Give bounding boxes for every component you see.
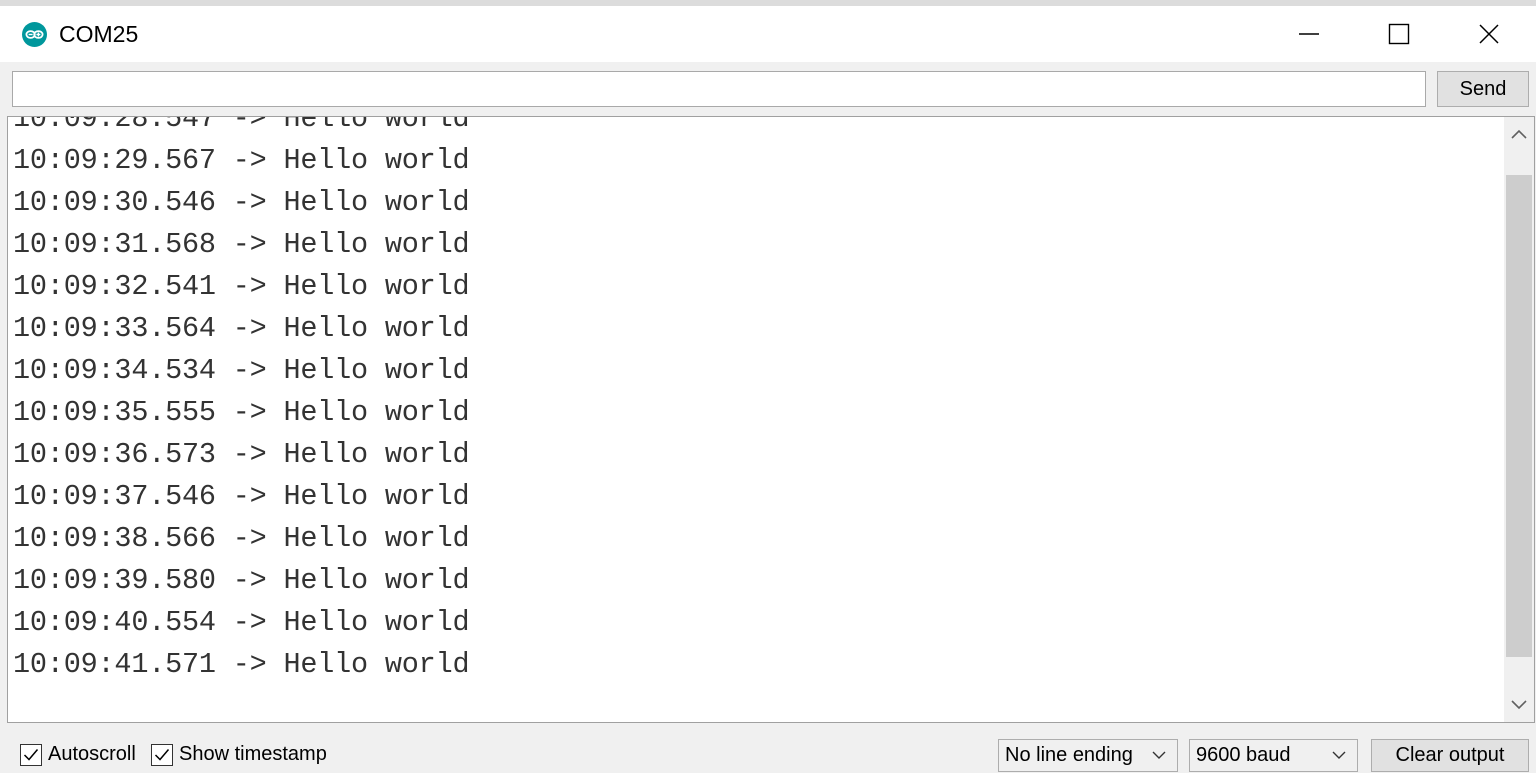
vertical-scrollbar[interactable]	[1504, 117, 1534, 722]
checkmark-icon	[23, 748, 39, 761]
serial-output-area[interactable]: 10:09:28.547 -> Hello world 10:09:29.567 …	[7, 116, 1535, 723]
send-button[interactable]: Send	[1437, 71, 1529, 107]
show-timestamp-label: Show timestamp	[179, 743, 327, 765]
scroll-down-button[interactable]	[1504, 688, 1534, 722]
serial-line: 10:09:35.555 -> Hello world	[13, 396, 470, 429]
arduino-logo-icon	[22, 22, 47, 47]
show-timestamp-check-box[interactable]	[151, 743, 173, 766]
close-button[interactable]	[1444, 6, 1534, 62]
minimize-icon	[1299, 33, 1319, 35]
chevron-down-icon	[1511, 700, 1527, 710]
show-timestamp-checkbox[interactable]: Show timestamp	[151, 743, 327, 766]
serial-line: 10:09:30.546 -> Hello world	[13, 186, 470, 219]
maximize-icon	[1388, 23, 1410, 45]
serial-line: 10:09:31.568 -> Hello world	[13, 228, 470, 261]
scrollbar-thumb[interactable]	[1506, 175, 1532, 657]
chevron-down-icon	[1332, 751, 1346, 759]
clear-output-button[interactable]: Clear output	[1371, 739, 1529, 772]
autoscroll-checkbox[interactable]: Autoscroll	[20, 743, 136, 766]
output-lines: 10:09:28.547 -> Hello world 10:09:29.567 …	[13, 116, 470, 686]
scroll-up-button[interactable]	[1504, 117, 1534, 151]
autoscroll-label: Autoscroll	[48, 743, 136, 765]
autoscroll-check-box[interactable]	[20, 743, 42, 766]
serial-line: 10:09:29.567 -> Hello world	[13, 144, 470, 177]
minimize-button[interactable]	[1264, 6, 1354, 62]
baud-rate-value: 9600 baud	[1196, 744, 1291, 766]
maximize-button[interactable]	[1354, 6, 1444, 62]
window-title: COM25	[59, 21, 139, 47]
serial-line: 10:09:41.571 -> Hello world	[13, 648, 470, 681]
status-bar: Autoscroll Show timestamp No line ending…	[0, 724, 1536, 773]
close-icon	[1479, 24, 1499, 44]
title-bar: COM25	[0, 6, 1536, 62]
serial-line: 10:09:32.541 -> Hello world	[13, 270, 470, 303]
serial-monitor-window: COM25 Send 10:09:28.547 -> Hello world 10…	[0, 6, 1536, 773]
line-ending-select[interactable]: No line ending	[998, 739, 1178, 772]
serial-line: 10:09:37.546 -> Hello world	[13, 480, 470, 513]
serial-line: 10:09:40.554 -> Hello world	[13, 606, 470, 639]
baud-rate-select[interactable]: 9600 baud	[1189, 739, 1358, 772]
checkmark-icon	[154, 748, 170, 761]
serial-line: 10:09:33.564 -> Hello world	[13, 312, 470, 345]
chevron-down-icon	[1152, 751, 1166, 759]
serial-send-input[interactable]	[12, 71, 1426, 107]
serial-line: 10:09:39.580 -> Hello world	[13, 564, 470, 597]
serial-line: 10:09:36.573 -> Hello world	[13, 438, 470, 471]
chevron-up-icon	[1511, 129, 1527, 139]
serial-line: 10:09:28.547 -> Hello world	[13, 116, 470, 135]
serial-line: 10:09:34.534 -> Hello world	[13, 354, 470, 387]
line-ending-value: No line ending	[1005, 744, 1133, 766]
serial-line: 10:09:38.566 -> Hello world	[13, 522, 470, 555]
